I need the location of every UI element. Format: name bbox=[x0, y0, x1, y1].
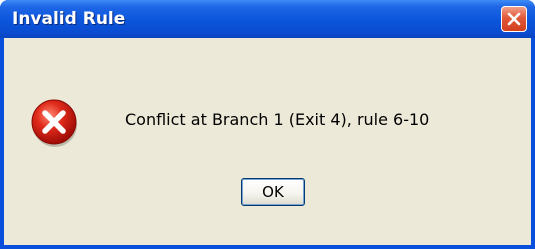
error-message: Conflict at Branch 1 (Exit 4), rule 6-10 bbox=[125, 110, 430, 129]
close-icon bbox=[507, 12, 521, 26]
error-icon bbox=[31, 99, 77, 147]
dialog-title: Invalid Rule bbox=[12, 9, 126, 29]
dialog-window: Invalid Rule Conflict at Branch 1 (Exit … bbox=[0, 0, 535, 249]
ok-button[interactable]: OK bbox=[241, 178, 305, 206]
title-bar[interactable]: Invalid Rule bbox=[0, 0, 535, 38]
close-button[interactable] bbox=[501, 6, 527, 32]
dialog-body: Conflict at Branch 1 (Exit 4), rule 6-10… bbox=[4, 38, 531, 245]
